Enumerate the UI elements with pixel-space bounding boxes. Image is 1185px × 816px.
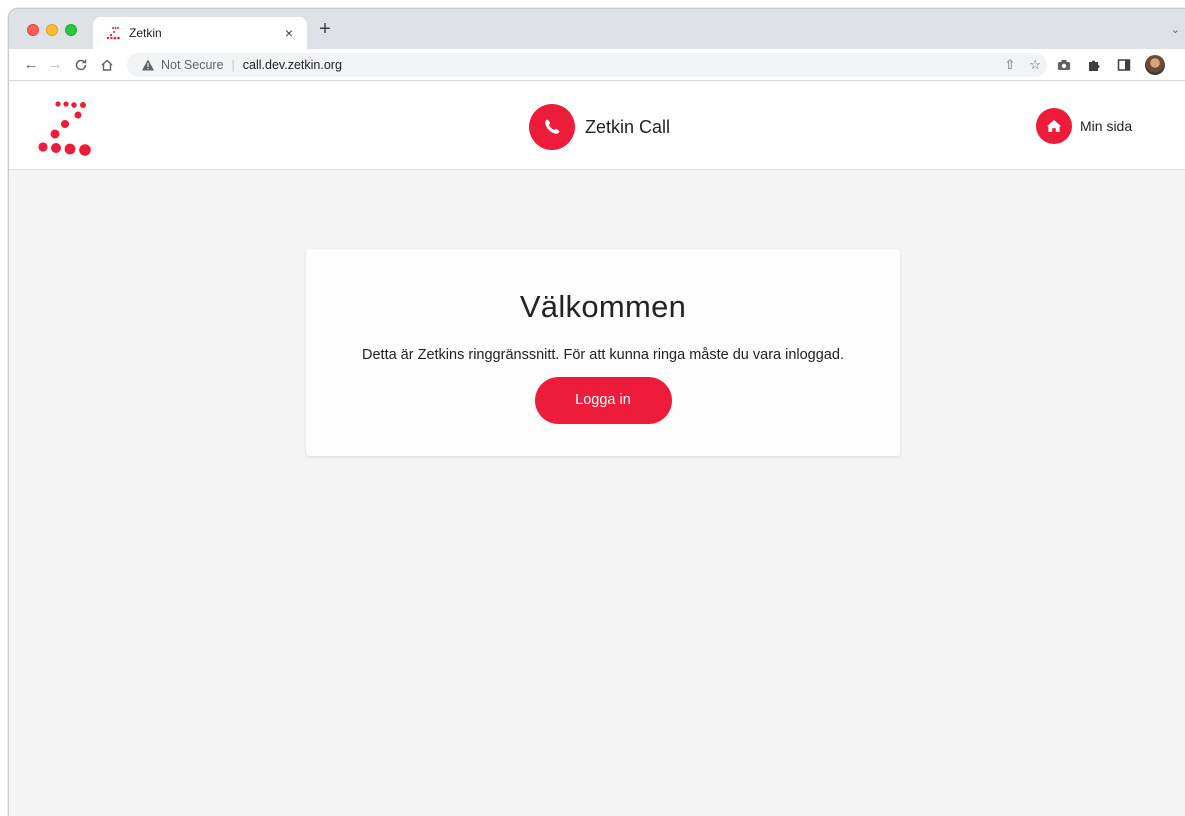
extension-toolbar: ⋮ [1055,53,1185,77]
share-icon[interactable]: ⇧ [1004,57,1015,73]
extensions-puzzle-icon[interactable] [1085,56,1103,74]
maximize-window-button[interactable] [65,24,77,36]
my-page-label[interactable]: Min sida [1080,118,1132,134]
browser-window: Zetkin × + ⌄ ← → Not Secure | call.dev.z… [8,8,1185,816]
minimize-window-button[interactable] [46,24,58,36]
security-label[interactable]: Not Secure [161,58,224,72]
profile-avatar[interactable] [1145,55,1165,75]
warning-icon[interactable] [141,58,155,72]
address-separator: | [231,58,235,72]
forward-arrow-icon[interactable]: → [45,55,65,75]
side-panel-icon[interactable] [1115,56,1133,74]
tab-strip: Zetkin × + ⌄ [9,9,1185,49]
welcome-title: Välkommen [519,289,687,324]
page-header: Zetkin Call Min sida [9,82,1185,170]
reload-icon[interactable] [71,55,91,75]
camera-icon[interactable] [1055,56,1073,74]
new-tab-button[interactable]: + [315,19,335,39]
omnibox-actions: ⇧ ☆ [1004,53,1041,77]
tab-title: Zetkin [129,26,162,40]
tab-close-icon[interactable]: × [281,25,297,41]
zetkin-logo[interactable] [35,96,105,156]
browser-menu-icon[interactable]: ⋮ [1177,56,1185,74]
app-title: Zetkin Call [585,116,671,137]
url-text[interactable]: call.dev.zetkin.org [243,58,342,72]
phone-icon [529,104,575,150]
back-arrow-icon[interactable]: ← [21,55,41,75]
home-icon[interactable] [1036,108,1072,144]
close-window-button[interactable] [27,24,39,36]
zetkin-favicon-icon [106,27,120,40]
browser-toolbar: ← → Not Secure | call.dev.zetkin.org ⇧ ☆ [9,49,1185,81]
my-page-link[interactable]: Min sida [1036,108,1132,144]
app-title-group: Zetkin Call [529,104,670,150]
browser-tab[interactable]: Zetkin × [93,17,307,49]
welcome-card: Välkommen Detta är Zetkins ringgränssnit… [306,249,900,456]
tab-search-chevron-icon[interactable]: ⌄ [1171,23,1180,36]
address-bar[interactable]: Not Secure | call.dev.zetkin.org ⇧ ☆ [127,53,1047,77]
login-button[interactable]: Logga in [534,377,672,424]
welcome-text: Detta är Zetkins ringgränssnitt. För att… [362,347,844,363]
bookmark-star-icon[interactable]: ☆ [1029,57,1041,73]
home-icon[interactable] [97,55,117,75]
